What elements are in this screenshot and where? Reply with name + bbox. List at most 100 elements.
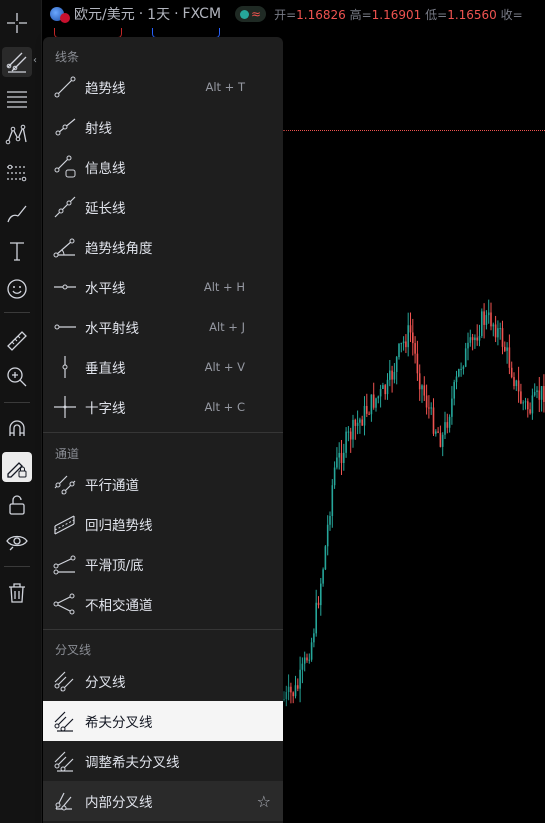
cross-line-icon	[54, 396, 76, 418]
candle	[418, 364, 421, 401]
candle	[285, 685, 288, 707]
candle	[338, 442, 340, 470]
candle	[531, 388, 534, 420]
chart-legend: 欧元/美元 · 1天 · FXCM ≈ 开=1.16826 高=1.16901 …	[50, 2, 523, 26]
candle	[451, 386, 453, 425]
trash-icon	[9, 583, 25, 603]
candle	[497, 320, 499, 346]
candle	[506, 342, 508, 364]
menu-item-parallel-channel[interactable]: 平行通道	[43, 464, 283, 504]
candle	[425, 384, 428, 415]
candle	[538, 376, 541, 413]
prediction-tools-button[interactable]	[2, 158, 32, 188]
candle	[317, 596, 320, 609]
chevron-left-icon[interactable]: ‹	[33, 53, 41, 69]
menu-item-horizontal-ray[interactable]: 水平射线 Alt + J	[43, 307, 283, 347]
menu-item-inside-pitchfork[interactable]: 内部分叉线 ☆	[43, 781, 283, 821]
menu-item-modified-schiff-pitchfork[interactable]: 调整希夫分叉线	[43, 741, 283, 781]
candle	[510, 361, 513, 379]
candle	[389, 359, 391, 387]
stay-in-drawing-mode-button[interactable]	[2, 452, 32, 482]
horizontal-ray-icon	[54, 324, 76, 330]
ruler-button[interactable]	[2, 326, 32, 356]
candle	[283, 691, 285, 702]
trendline-tools-icon	[6, 52, 27, 73]
zoom-in-button[interactable]	[2, 362, 32, 392]
candle	[439, 425, 442, 448]
menu-item-cross-line[interactable]: 十字线 Alt + C	[43, 387, 283, 427]
menu-item-disjoint-channel[interactable]: 不相交通道	[43, 584, 283, 624]
hide-drawings-button[interactable]	[2, 526, 32, 556]
candle	[471, 333, 474, 351]
candle	[290, 682, 292, 704]
candle	[409, 312, 412, 342]
candle	[432, 398, 435, 436]
candle	[453, 379, 455, 406]
trendline-tools-button[interactable]	[2, 47, 32, 77]
menu-item-ray[interactable]: 射线	[43, 107, 283, 147]
toolbar-divider	[4, 312, 30, 313]
text-icon	[10, 242, 24, 261]
menu-item-flat-top-bottom[interactable]: 平滑顶/底	[43, 544, 283, 584]
ruler-icon	[7, 331, 27, 351]
candle	[343, 443, 345, 471]
menu-item-trend-angle[interactable]: 趋势线角度	[43, 227, 283, 267]
magnet-button[interactable]	[2, 414, 32, 444]
emoji-icon	[7, 279, 27, 299]
candle	[460, 362, 462, 377]
candle	[522, 400, 524, 411]
menu-item-extended-line[interactable]: 延长线	[43, 187, 283, 227]
candle	[402, 336, 405, 351]
menu-item-horizontal-line[interactable]: 水平线 Alt + H	[43, 267, 283, 307]
symbol-name[interactable]: 欧元/美元	[74, 4, 135, 24]
candle	[428, 395, 430, 419]
candle	[527, 398, 529, 418]
ray-icon	[55, 118, 76, 136]
candle	[326, 515, 329, 556]
exchange-label: FXCM	[182, 6, 222, 22]
eye-icon	[6, 535, 28, 551]
menu-item-pitchfork[interactable]: 分叉线	[43, 661, 283, 701]
candle	[398, 342, 400, 360]
candle	[416, 340, 419, 381]
star-icon[interactable]: ☆	[257, 792, 271, 811]
candle	[322, 567, 324, 587]
menu-item-vertical-line[interactable]: 垂直线 Alt + V	[43, 347, 283, 387]
menu-item-regression-trend[interactable]: 回归趋势线	[43, 504, 283, 544]
candle	[462, 365, 465, 375]
candle	[494, 315, 497, 343]
menu-item-trend-line[interactable]: 趋势线 Alt + T	[43, 67, 283, 107]
lock-drawings-button[interactable]	[2, 490, 32, 520]
candle	[306, 653, 308, 663]
interval-label[interactable]: 1天	[147, 4, 170, 24]
menu-item-schiff-pitchfork[interactable]: 希夫分叉线	[43, 701, 283, 741]
modified-schiff-pitchfork-icon	[54, 751, 74, 772]
candle	[435, 429, 437, 437]
emoji-tools-button[interactable]	[2, 274, 32, 304]
crosshair-icon	[7, 13, 27, 33]
trend-angle-icon	[53, 238, 75, 258]
parallel-channel-icon	[54, 475, 76, 495]
pattern-tools-button[interactable]	[2, 120, 32, 150]
candle	[499, 322, 501, 340]
trend-line-icon	[54, 76, 76, 98]
candle	[483, 303, 485, 339]
candle	[423, 376, 426, 402]
candle	[352, 414, 354, 448]
candle	[513, 372, 515, 390]
market-status-badge[interactable]: ≈	[235, 6, 267, 22]
crosshair-button[interactable]	[2, 8, 32, 38]
ohlc-values: 开=1.16826 高=1.16901 低=1.16560 收=	[274, 7, 523, 22]
candle	[529, 402, 531, 415]
candle	[345, 427, 347, 458]
candle	[356, 410, 359, 435]
brush-tools-button[interactable]	[2, 198, 32, 228]
remove-drawings-button[interactable]	[2, 578, 32, 608]
candle	[464, 342, 467, 368]
fib-tools-button[interactable]	[2, 84, 32, 114]
menu-item-info-line[interactable]: 信息线	[43, 147, 283, 187]
line-tools-menu: 线条 趋势线 Alt + T 射线 信息线 延长线 趋势线角度 水平线 Alt …	[43, 37, 283, 823]
candle	[405, 334, 407, 354]
candle	[336, 447, 338, 470]
text-tools-button[interactable]	[2, 236, 32, 266]
